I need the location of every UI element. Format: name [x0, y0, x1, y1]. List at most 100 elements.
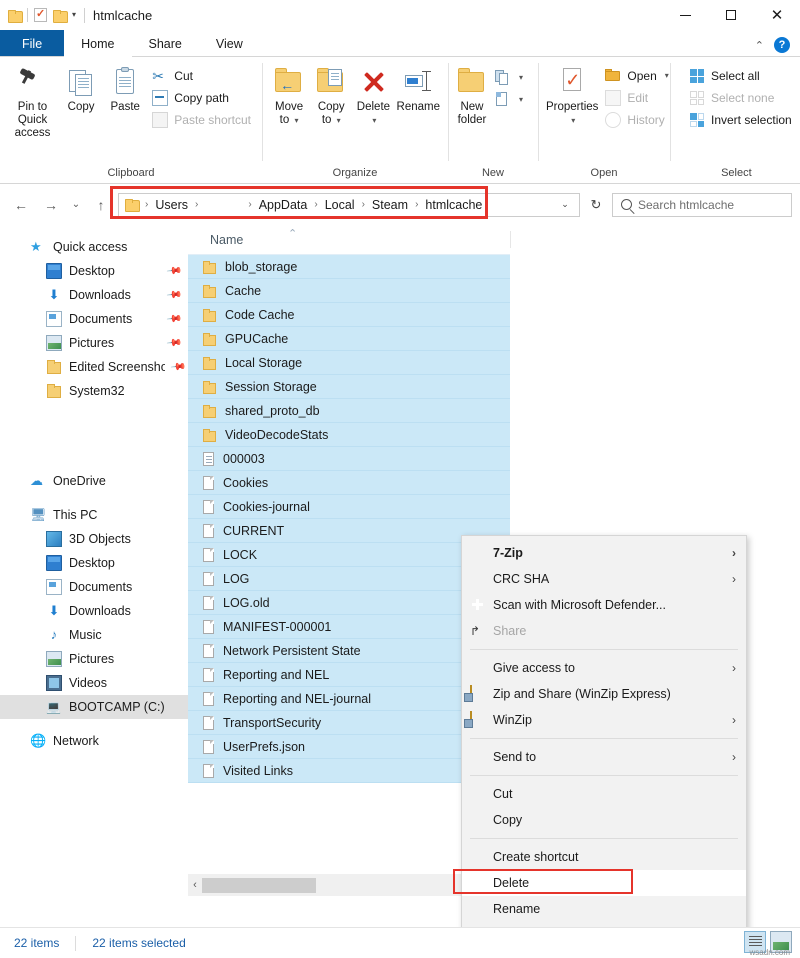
folder-icon[interactable]	[8, 10, 21, 21]
paste-button[interactable]: Paste	[103, 63, 147, 117]
properties-button[interactable]: ✓ Properties ▾	[544, 63, 600, 128]
sidebar-item-downloads-pc[interactable]: ⬇ Downloads	[0, 599, 188, 623]
table-row[interactable]: Session Storage	[188, 375, 510, 399]
menu-item-zip-and-share[interactable]: Zip and Share (WinZip Express)	[462, 681, 746, 707]
recent-locations-icon[interactable]: ⌄	[68, 192, 84, 218]
refresh-icon[interactable]: ↻	[584, 193, 608, 217]
chevron-down-icon[interactable]: ▾	[519, 96, 523, 104]
minimize-button[interactable]	[662, 0, 708, 30]
pin-icon[interactable]: 📌	[165, 287, 182, 303]
sidebar-item-desktop[interactable]: Desktop 📌	[0, 259, 188, 283]
new-folder-icon[interactable]	[53, 10, 66, 21]
scroll-thumb[interactable]	[202, 878, 316, 893]
forward-arrow-icon[interactable]: →	[38, 192, 64, 218]
easy-access-button[interactable]: ▾	[490, 89, 534, 111]
menu-item-scan-with-defender[interactable]: Scan with Microsoft Defender...	[462, 592, 746, 618]
table-row[interactable]: Code Cache	[188, 303, 510, 327]
sidebar-item-system32[interactable]: System32	[0, 379, 188, 403]
menu-item-create-shortcut[interactable]: Create shortcut	[462, 844, 746, 870]
paste-shortcut-button[interactable]: Paste shortcut	[147, 109, 256, 131]
sidebar-item-3d-objects[interactable]: 3D Objects	[0, 527, 188, 551]
sidebar-item-quick-access[interactable]: ★ Quick access	[0, 235, 188, 259]
chevron-down-icon[interactable]: ▾	[519, 74, 523, 82]
menu-item-send-to[interactable]: Send to ›	[462, 744, 746, 770]
sidebar-item-documents[interactable]: Documents 📌	[0, 307, 188, 331]
search-input[interactable]: Search htmlcache	[612, 193, 792, 217]
select-none-button[interactable]: Select none	[684, 87, 797, 109]
table-row[interactable]: 000003	[188, 447, 510, 471]
edit-button[interactable]: Edit	[600, 87, 673, 109]
breadcrumb-local[interactable]: Local	[321, 198, 359, 212]
help-icon[interactable]: ?	[774, 37, 790, 53]
menu-item-copy[interactable]: Copy	[462, 807, 746, 833]
breadcrumb-htmlcache[interactable]: htmlcache	[421, 198, 486, 212]
menu-item-give-access-to[interactable]: Give access to ›	[462, 655, 746, 681]
address-input[interactable]: › Users › › AppData › Local › Steam › ht…	[118, 193, 580, 217]
menu-item-rename[interactable]: Rename	[462, 896, 746, 922]
breadcrumb-users[interactable]: Users	[151, 198, 192, 212]
column-header-name[interactable]: Name	[188, 233, 243, 247]
open-button[interactable]: Open ▾	[600, 65, 673, 87]
invert-selection-button[interactable]: Invert selection	[684, 109, 797, 131]
breadcrumb-steam[interactable]: Steam	[368, 198, 412, 212]
horizontal-scrollbar[interactable]: ‹ ›	[188, 874, 500, 896]
new-item-button[interactable]: ▾	[490, 67, 534, 89]
table-row[interactable]: Cookies	[188, 471, 510, 495]
pin-icon[interactable]: 📌	[165, 311, 182, 327]
sidebar-item-documents-pc[interactable]: Documents	[0, 575, 188, 599]
menu-item-winzip[interactable]: WinZip ›	[462, 707, 746, 733]
sidebar-item-edited-screenshots[interactable]: Edited Screenshots V 📌	[0, 355, 188, 379]
up-arrow-icon[interactable]: ↑	[88, 192, 114, 218]
sidebar-item-onedrive[interactable]: ☁ OneDrive	[0, 469, 188, 493]
sidebar-item-desktop-pc[interactable]: Desktop	[0, 551, 188, 575]
table-row[interactable]: VideoDecodeStats	[188, 423, 510, 447]
sidebar-item-bootcamp-c[interactable]: 💻 BOOTCAMP (C:)	[0, 695, 188, 719]
menu-item-7-zip[interactable]: 7-Zip ›	[462, 540, 746, 566]
tab-home[interactable]: Home	[64, 30, 131, 57]
sidebar-item-videos[interactable]: Videos	[0, 671, 188, 695]
pin-icon[interactable]: 📌	[169, 359, 186, 375]
sidebar-item-this-pc[interactable]: 🖥 This PC	[0, 503, 188, 527]
chevron-down-icon[interactable]: ⌄	[555, 199, 575, 210]
back-arrow-icon[interactable]: ←	[8, 192, 34, 218]
scroll-track[interactable]	[202, 878, 486, 893]
table-row[interactable]: shared_proto_db	[188, 399, 510, 423]
properties-icon[interactable]	[34, 8, 47, 22]
new-folder-button[interactable]: New folder	[454, 63, 490, 130]
tab-file[interactable]: File	[0, 30, 64, 57]
copy-path-button[interactable]: Copy path	[147, 87, 256, 109]
close-button[interactable]: ✕	[754, 0, 800, 30]
cut-button[interactable]: ✂ Cut	[147, 65, 256, 87]
copy-button[interactable]: Copy	[59, 63, 103, 117]
rename-button[interactable]: Rename	[395, 63, 442, 117]
table-row[interactable]: GPUCache	[188, 327, 510, 351]
history-button[interactable]: History	[600, 109, 673, 131]
menu-item-cut[interactable]: Cut	[462, 781, 746, 807]
menu-item-crc-sha[interactable]: CRC SHA ›	[462, 566, 746, 592]
table-row[interactable]: Local Storage	[188, 351, 510, 375]
table-row[interactable]: blob_storage	[188, 255, 510, 279]
chevron-down-icon[interactable]: ▾	[665, 72, 669, 80]
menu-item-share[interactable]: ↱ Share	[462, 618, 746, 644]
tab-view[interactable]: View	[199, 30, 260, 57]
delete-button[interactable]: Delete ▾	[352, 63, 394, 128]
sidebar-item-downloads[interactable]: ⬇ Downloads 📌	[0, 283, 188, 307]
copy-to-button[interactable]: Copy to ▾	[310, 63, 352, 130]
column-resize-handle[interactable]	[510, 231, 511, 248]
sidebar-item-network[interactable]: 🌐 Network	[0, 729, 188, 753]
pin-icon[interactable]: 📌	[165, 335, 182, 351]
select-all-button[interactable]: Select all	[684, 65, 797, 87]
sidebar-item-pictures-pc[interactable]: Pictures	[0, 647, 188, 671]
menu-item-delete[interactable]: Delete	[462, 870, 746, 896]
pin-icon[interactable]: 📌	[165, 263, 182, 279]
pin-to-quick-access-button[interactable]: Pin to Quick access	[6, 63, 59, 143]
scroll-left-icon[interactable]: ‹	[188, 879, 202, 891]
tab-share[interactable]: Share	[132, 30, 199, 57]
move-to-button[interactable]: ← Move to ▾	[268, 63, 310, 130]
breadcrumb-appdata[interactable]: AppData	[255, 198, 312, 212]
chevron-up-icon[interactable]: ⌃	[755, 39, 764, 52]
customize-caret-icon[interactable]: ▾	[72, 11, 76, 19]
maximize-button[interactable]	[708, 0, 754, 30]
table-row[interactable]: Cookies-journal	[188, 495, 510, 519]
sidebar-item-pictures[interactable]: Pictures 📌	[0, 331, 188, 355]
